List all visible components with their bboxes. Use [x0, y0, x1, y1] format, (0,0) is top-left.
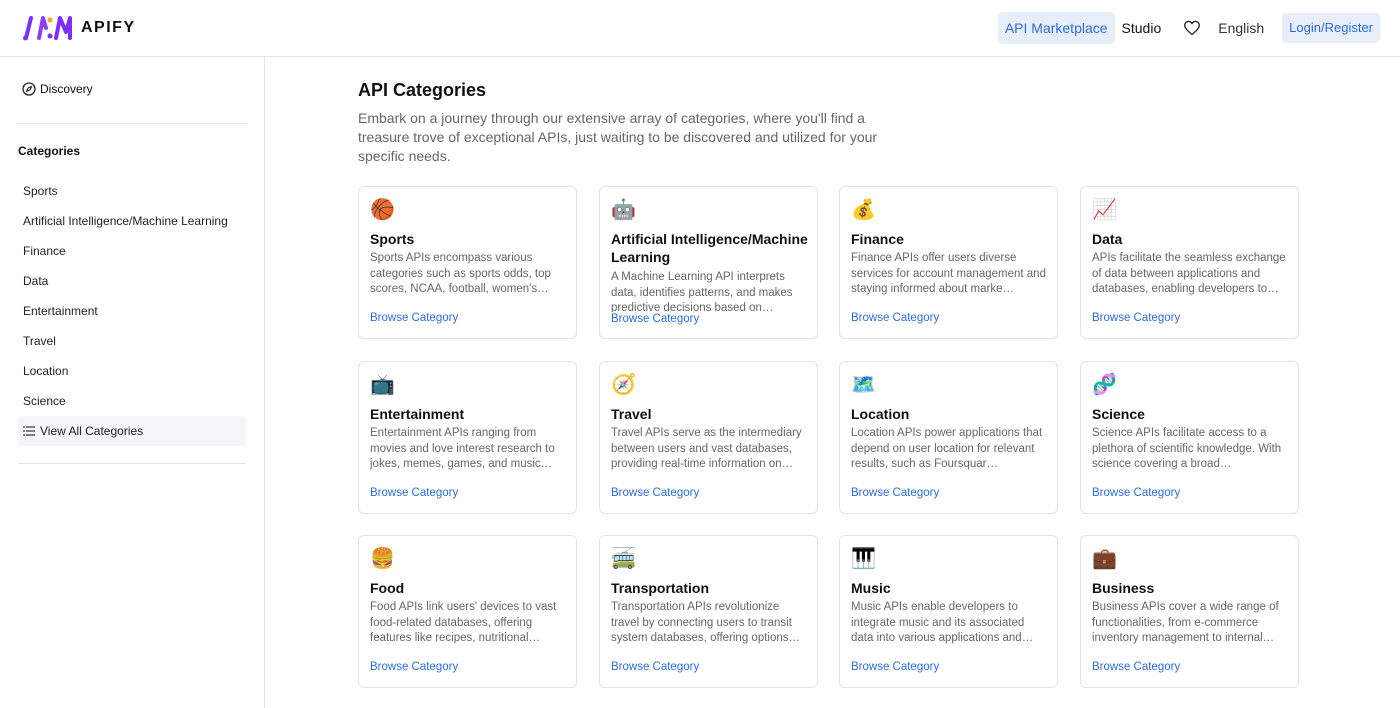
sidebar-item-sports[interactable]: Sports	[18, 176, 246, 206]
sidebar-item-finance[interactable]: Finance	[18, 236, 246, 266]
card-title: Data	[1092, 231, 1123, 247]
category-card-sports[interactable]: 🏀 Sports Sports APIs encompass various c…	[358, 186, 577, 339]
category-card-data[interactable]: 📈 Data APIs facilitate the seamless exch…	[1080, 186, 1299, 339]
card-description: Entertainment APIs ranging from movies a…	[370, 427, 555, 470]
basketball-icon: 🏀	[370, 199, 395, 221]
card-description: Science APIs facilitate access to a plet…	[1092, 427, 1282, 470]
nav-studio[interactable]: Studio	[1115, 12, 1169, 44]
card-description: Transportation APIs revolutionize travel…	[611, 601, 801, 644]
briefcase-icon: 💼	[1092, 548, 1117, 570]
browse-category-link[interactable]: Browse Category	[851, 312, 939, 324]
bus-icon: 🚎	[611, 548, 636, 570]
money-bag-icon: 💰	[851, 199, 876, 221]
category-card-music[interactable]: 🎹 Music Music APIs enable developers to …	[839, 535, 1058, 688]
nav-api-marketplace[interactable]: API Marketplace	[997, 12, 1115, 44]
sidebar-item-ai-ml[interactable]: Artificial Intelligence/Machine Learning	[18, 206, 246, 236]
browse-category-link[interactable]: Browse Category	[370, 487, 458, 499]
sidebar-item-location[interactable]: Location	[18, 356, 246, 386]
card-description: APIs facilitate the seamless exchange of…	[1092, 252, 1286, 295]
sidebar-view-all-categories[interactable]: View All Categories	[18, 416, 246, 446]
card-title: Entertainment	[370, 406, 465, 422]
card-description: Food APIs link users' devices to vast fo…	[370, 601, 557, 644]
card-description: Business APIs cover a wide range of func…	[1092, 601, 1279, 644]
category-card-science[interactable]: 🧬 Science Science APIs facilitate access…	[1080, 361, 1299, 514]
card-title: Transportation	[611, 580, 710, 596]
browse-category-link[interactable]: Browse Category	[851, 487, 939, 499]
sidebar-item-entertainment[interactable]: Entertainment	[18, 296, 246, 326]
card-title: Artificial Intelligence/Machine Learning	[611, 231, 808, 265]
card-title: Music	[851, 580, 891, 596]
piano-keys-icon: 🎹	[851, 548, 876, 570]
category-card-travel[interactable]: 🧭 Travel Travel APIs serve as the interm…	[599, 361, 818, 514]
sidebar-item-data[interactable]: Data	[18, 266, 246, 296]
card-description: Location APIs power applications that de…	[851, 427, 1043, 470]
sidebar-discovery[interactable]: Discovery	[22, 82, 93, 96]
robot-icon: 🤖	[611, 199, 636, 221]
world-map-icon: 🗺️	[851, 374, 876, 396]
card-description: Finance APIs offer users diverse service…	[851, 252, 1046, 295]
logo-icon	[23, 16, 72, 41]
chart-increasing-icon: 📈	[1092, 199, 1117, 221]
browse-category-link[interactable]: Browse Category	[1092, 661, 1180, 673]
category-card-food[interactable]: 🍔 Food Food APIs link users' devices to …	[358, 535, 577, 688]
sidebar-item-travel[interactable]: Travel	[18, 326, 246, 356]
card-description: Sports APIs encompass various categories…	[370, 252, 551, 295]
page-description: Embark on a journey through our extensiv…	[358, 110, 878, 164]
card-title: Sports	[370, 231, 415, 247]
category-card-ai-ml[interactable]: 🤖 Artificial Intelligence/Machine Learni…	[599, 186, 818, 339]
sidebar-discovery-label: Discovery	[40, 82, 93, 96]
card-description: Music APIs enable developers to integrat…	[851, 601, 1034, 644]
card-title: Location	[851, 406, 910, 422]
compass-icon: 🧭	[611, 374, 636, 396]
browse-category-link[interactable]: Browse Category	[370, 661, 458, 673]
list-icon	[23, 426, 35, 436]
category-card-location[interactable]: 🗺️ Location Location APIs power applicat…	[839, 361, 1058, 514]
sidebar-divider	[18, 123, 246, 124]
browse-category-link[interactable]: Browse Category	[851, 661, 939, 673]
category-card-entertainment[interactable]: 📺 Entertainment Entertainment APIs rangi…	[358, 361, 577, 514]
sidebar-divider-bottom	[18, 463, 246, 464]
television-icon: 📺	[370, 374, 395, 396]
sidebar-item-science[interactable]: Science	[18, 386, 246, 416]
browse-category-link[interactable]: Browse Category	[611, 487, 699, 499]
compass-icon	[22, 82, 36, 96]
browse-category-link[interactable]: Browse Category	[611, 313, 699, 325]
top-nav: API Marketplace Studio English Login/Reg…	[997, 12, 1380, 44]
browse-category-link[interactable]: Browse Category	[1092, 312, 1180, 324]
favorites-heart-icon[interactable]	[1182, 18, 1202, 38]
card-title: Science	[1092, 406, 1145, 422]
card-title: Business	[1092, 580, 1155, 596]
logo[interactable]: APIFY	[22, 14, 136, 42]
sidebar: Discovery Categories Sports Artificial I…	[0, 57, 265, 708]
browse-category-link[interactable]: Browse Category	[1092, 487, 1180, 499]
brand-name: APIFY	[81, 19, 136, 36]
dna-icon: 🧬	[1092, 374, 1117, 396]
browse-category-link[interactable]: Browse Category	[370, 312, 458, 324]
card-title: Finance	[851, 231, 904, 247]
category-card-finance[interactable]: 💰 Finance Finance APIs offer users diver…	[839, 186, 1058, 339]
sidebar-categories-title: Categories	[18, 144, 81, 158]
hamburger-icon: 🍔	[370, 548, 395, 570]
card-title: Travel	[611, 406, 652, 422]
top-header: APIFY API Marketplace Studio English Log…	[0, 0, 1400, 57]
language-selector[interactable]: English	[1218, 20, 1264, 36]
sidebar-category-list: Sports Artificial Intelligence/Machine L…	[18, 176, 246, 446]
login-register-button[interactable]: Login/Register	[1282, 13, 1380, 43]
category-card-transportation[interactable]: 🚎 Transportation Transportation APIs rev…	[599, 535, 818, 688]
card-description: A Machine Learning API interprets data, …	[611, 271, 793, 312]
card-description: Travel APIs serve as the intermediary be…	[611, 427, 802, 470]
page-title: API Categories	[358, 80, 487, 100]
browse-category-link[interactable]: Browse Category	[611, 661, 699, 673]
view-all-label: View All Categories	[40, 424, 144, 438]
card-title: Food	[370, 580, 405, 596]
category-card-business[interactable]: 💼 Business Business APIs cover a wide ra…	[1080, 535, 1299, 688]
